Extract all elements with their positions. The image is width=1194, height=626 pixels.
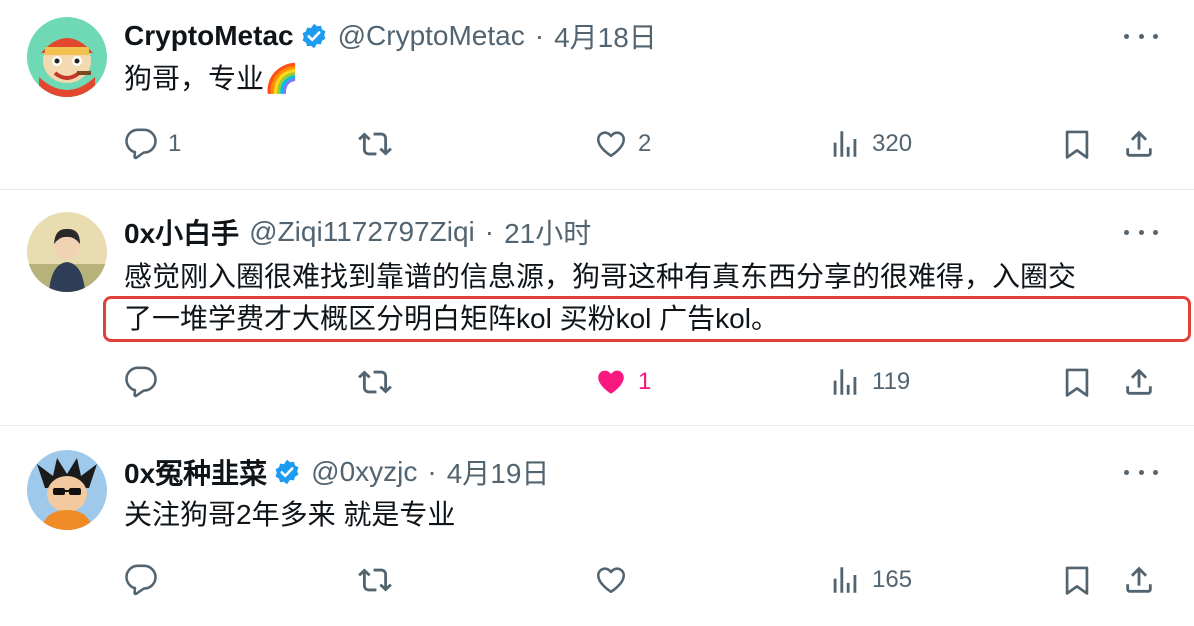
highlight-box — [103, 296, 1191, 342]
like-count: 2 — [638, 130, 652, 157]
handle[interactable]: @CryptoMetac — [338, 20, 525, 52]
reply-icon — [125, 564, 157, 596]
share-button[interactable] — [1122, 362, 1156, 402]
view-count: 320 — [872, 130, 913, 157]
handle[interactable]: @0xyzjc — [311, 456, 417, 488]
heart-icon — [596, 131, 626, 158]
more-options-icon[interactable] — [1124, 222, 1158, 242]
analytics-icon — [833, 131, 857, 157]
heart-icon — [596, 567, 626, 594]
tweet-header: 0x小白手 @Ziqi1172797Ziqi · 21小时 — [124, 212, 591, 252]
like-button[interactable]: 1 — [594, 362, 651, 402]
view-count: 165 — [872, 566, 913, 593]
bookmark-icon — [1065, 368, 1089, 397]
share-icon — [1126, 566, 1152, 593]
action-bar: 1 119 — [124, 362, 1158, 402]
share-button[interactable] — [1122, 560, 1156, 600]
verified-badge-icon — [302, 23, 326, 49]
bookmark-button[interactable] — [1060, 560, 1094, 600]
retweet-button[interactable] — [358, 362, 392, 402]
views-button[interactable]: 165 — [828, 560, 912, 600]
avatar[interactable] — [27, 450, 107, 530]
tweet-text: 狗哥，专业🌈 — [124, 58, 1154, 100]
separator: · — [484, 216, 495, 247]
more-options-icon[interactable] — [1124, 26, 1158, 46]
timestamp[interactable]: 4月19日 — [447, 452, 550, 492]
display-name[interactable]: CryptoMetac — [124, 20, 294, 52]
reply-button[interactable] — [124, 362, 158, 402]
display-name[interactable]: 0x冤种韭菜 — [124, 452, 267, 492]
views-button[interactable]: 320 — [828, 124, 912, 164]
like-button[interactable]: 2 — [594, 124, 651, 164]
tweet-text-line: 感觉刚入圈很难找到靠谱的信息源，狗哥这种有真东西分享的很难得，入圈交 — [124, 261, 1077, 292]
reply-button[interactable] — [124, 560, 158, 600]
tweet-3[interactable]: 0x冤种韭菜 @0xyzjc · 4月19日 关注狗哥2年多来 就是专业 165 — [0, 426, 1194, 626]
action-bar: 1 2 320 — [124, 124, 1158, 164]
retweet-icon — [358, 132, 392, 156]
separator: · — [427, 456, 437, 487]
timestamp[interactable]: 4月18日 — [554, 16, 657, 56]
retweet-button[interactable] — [358, 124, 392, 164]
share-icon — [1126, 368, 1152, 395]
like-count: 1 — [638, 368, 652, 395]
retweet-icon — [358, 568, 392, 592]
separator: · — [534, 20, 545, 51]
bookmark-icon — [1065, 130, 1089, 159]
reply-icon — [125, 366, 157, 398]
avatar[interactable] — [27, 17, 107, 97]
timestamp[interactable]: 21小时 — [504, 212, 591, 252]
share-button[interactable] — [1122, 124, 1156, 164]
heart-filled-icon — [598, 370, 624, 394]
views-button[interactable]: 119 — [828, 362, 910, 402]
bookmark-button[interactable] — [1060, 124, 1094, 164]
tweet-1[interactable]: CryptoMetac @CryptoMetac · 4月18日 狗哥，专业🌈 … — [0, 0, 1194, 190]
reply-count: 1 — [168, 130, 182, 157]
bookmark-button[interactable] — [1060, 362, 1094, 402]
bookmark-icon — [1065, 566, 1089, 595]
action-bar: 165 — [124, 560, 1158, 600]
tweet-text-line: 狗哥，专业🌈 — [124, 63, 299, 94]
verified-badge-icon — [275, 459, 299, 485]
analytics-icon — [833, 567, 857, 593]
analytics-icon — [833, 369, 857, 395]
more-options-icon[interactable] — [1124, 462, 1158, 482]
display-name[interactable]: 0x小白手 — [124, 212, 239, 252]
share-icon — [1126, 130, 1152, 157]
view-count: 119 — [872, 368, 911, 395]
tweet-header: CryptoMetac @CryptoMetac · 4月18日 — [124, 16, 657, 56]
retweet-button[interactable] — [358, 560, 392, 600]
tweet-text-line: 关注狗哥2年多来 就是专业 — [124, 499, 456, 530]
tweet-header: 0x冤种韭菜 @0xyzjc · 4月19日 — [124, 452, 549, 492]
reply-button[interactable]: 1 — [124, 124, 181, 164]
like-button[interactable] — [594, 560, 628, 600]
handle[interactable]: @Ziqi1172797Ziqi — [249, 216, 475, 248]
tweet-text: 关注狗哥2年多来 就是专业 — [124, 494, 1154, 536]
reply-icon — [125, 128, 157, 160]
avatar[interactable] — [27, 212, 107, 292]
retweet-icon — [358, 370, 392, 394]
